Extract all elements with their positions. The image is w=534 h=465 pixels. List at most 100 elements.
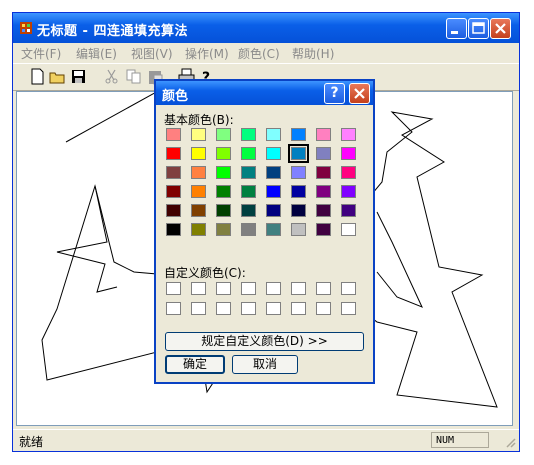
basic-color-swatch[interactable] <box>241 185 256 198</box>
dialog-help-button[interactable]: ? <box>324 83 345 104</box>
ok-button[interactable]: 确定 <box>165 355 225 374</box>
basic-color-swatch[interactable] <box>341 223 356 236</box>
custom-color-swatch[interactable] <box>166 302 181 315</box>
basic-color-swatch[interactable] <box>341 204 356 217</box>
custom-color-swatch[interactable] <box>191 302 206 315</box>
custom-color-swatch[interactable] <box>241 282 256 295</box>
basic-color-swatch[interactable] <box>191 223 206 236</box>
custom-color-swatch[interactable] <box>216 302 231 315</box>
basic-color-swatch[interactable] <box>216 128 231 141</box>
basic-color-swatch[interactable] <box>341 166 356 179</box>
basic-color-swatch[interactable] <box>166 166 181 179</box>
cut-icon[interactable] <box>103 68 120 85</box>
window-title: 无标题 - 四连通填充算法 <box>37 24 188 39</box>
basic-color-swatch[interactable] <box>216 166 231 179</box>
basic-color-swatch[interactable] <box>216 147 231 160</box>
minimize-icon <box>451 31 458 34</box>
menu-color[interactable]: 颜色(C) <box>238 45 280 62</box>
basic-color-swatch[interactable] <box>166 128 181 141</box>
basic-color-swatch[interactable] <box>216 204 231 217</box>
basic-color-swatch[interactable] <box>291 166 306 179</box>
basic-color-swatch[interactable] <box>266 223 281 236</box>
custom-color-swatch[interactable] <box>266 302 281 315</box>
menu-file[interactable]: 文件(F) <box>21 45 61 62</box>
basic-color-swatch[interactable] <box>216 185 231 198</box>
maximize-button[interactable] <box>468 18 489 39</box>
save-icon[interactable] <box>70 68 87 85</box>
custom-color-swatch[interactable] <box>341 302 356 315</box>
menu-operation[interactable]: 操作(M) <box>185 45 229 62</box>
custom-color-swatch[interactable] <box>191 282 206 295</box>
basic-color-swatch[interactable] <box>316 166 331 179</box>
basic-color-swatch[interactable] <box>241 166 256 179</box>
basic-color-swatch[interactable] <box>241 204 256 217</box>
basic-colors-label: 基本颜色(B): <box>164 113 234 127</box>
close-button[interactable] <box>490 18 511 39</box>
basic-color-swatch[interactable] <box>266 166 281 179</box>
custom-color-swatch[interactable] <box>216 282 231 295</box>
custom-color-swatch[interactable] <box>316 302 331 315</box>
basic-color-swatch[interactable] <box>266 185 281 198</box>
status-bar: 就绪 NUM <box>13 429 519 452</box>
basic-color-swatch[interactable] <box>316 128 331 141</box>
basic-color-swatch[interactable] <box>316 223 331 236</box>
resize-grip-icon[interactable] <box>504 436 516 448</box>
close-icon <box>495 23 506 34</box>
basic-color-swatch[interactable] <box>266 147 281 160</box>
basic-color-swatch[interactable] <box>291 223 306 236</box>
new-file-icon[interactable] <box>29 68 46 85</box>
title-bar[interactable]: 无标题 - 四连通填充算法 <box>13 13 519 43</box>
status-text: 就绪 <box>19 435 44 449</box>
custom-color-swatch[interactable] <box>266 282 281 295</box>
basic-color-swatch[interactable] <box>191 147 206 160</box>
basic-color-swatch[interactable] <box>341 147 356 160</box>
minimize-button[interactable] <box>446 18 467 39</box>
dialog-close-button[interactable] <box>349 83 370 104</box>
basic-color-swatch[interactable] <box>241 147 256 160</box>
basic-color-swatch[interactable] <box>191 128 206 141</box>
define-custom-colors-button[interactable]: 规定自定义颜色(D) >> <box>165 332 364 351</box>
copy-icon[interactable] <box>125 68 142 85</box>
basic-color-swatch[interactable] <box>341 128 356 141</box>
basic-color-swatch[interactable] <box>316 185 331 198</box>
menu-edit[interactable]: 编辑(E) <box>76 45 117 62</box>
basic-color-swatch[interactable] <box>166 223 181 236</box>
basic-color-swatch[interactable] <box>316 147 331 160</box>
maximize-icon <box>472 22 485 34</box>
basic-color-swatch[interactable] <box>191 204 206 217</box>
basic-color-swatch[interactable] <box>288 144 309 163</box>
basic-color-swatch[interactable] <box>241 223 256 236</box>
basic-color-swatch[interactable] <box>191 185 206 198</box>
basic-color-swatch[interactable] <box>291 128 306 141</box>
basic-color-swatch[interactable] <box>166 185 181 198</box>
basic-color-swatch[interactable] <box>166 147 181 160</box>
app-icon <box>20 22 32 34</box>
custom-color-swatch[interactable] <box>341 282 356 295</box>
custom-color-swatch[interactable] <box>241 302 256 315</box>
basic-color-swatch[interactable] <box>266 128 281 141</box>
basic-color-swatch[interactable] <box>266 204 281 217</box>
custom-color-swatch[interactable] <box>316 282 331 295</box>
basic-color-swatch[interactable] <box>316 204 331 217</box>
basic-color-swatch[interactable] <box>291 185 306 198</box>
basic-color-swatch[interactable] <box>166 204 181 217</box>
basic-color-swatch[interactable] <box>241 128 256 141</box>
dialog-title: 颜色 <box>162 89 189 104</box>
basic-color-swatch[interactable] <box>191 166 206 179</box>
basic-color-swatch[interactable] <box>341 185 356 198</box>
custom-colors-label: 自定义颜色(C): <box>164 266 246 280</box>
open-folder-icon[interactable] <box>49 68 66 85</box>
menu-help[interactable]: 帮助(H) <box>292 45 334 62</box>
cancel-button[interactable]: 取消 <box>232 355 298 374</box>
close-icon <box>354 88 365 99</box>
custom-color-swatch[interactable] <box>166 282 181 295</box>
color-dialog: 颜色 ? 基本颜色(B): 自定义颜色(C): 规定自定义颜色(D) >> 确定… <box>154 79 375 384</box>
num-lock-indicator: NUM <box>431 432 489 448</box>
menu-view[interactable]: 视图(V) <box>131 45 173 62</box>
custom-color-swatch[interactable] <box>291 302 306 315</box>
menu-bar: 文件(F) 编辑(E) 视图(V) 操作(M) 颜色(C) 帮助(H) <box>13 43 519 62</box>
custom-color-swatch[interactable] <box>291 282 306 295</box>
dialog-title-bar[interactable]: 颜色 ? <box>156 81 373 105</box>
basic-color-swatch[interactable] <box>216 223 231 236</box>
basic-color-swatch[interactable] <box>291 204 306 217</box>
